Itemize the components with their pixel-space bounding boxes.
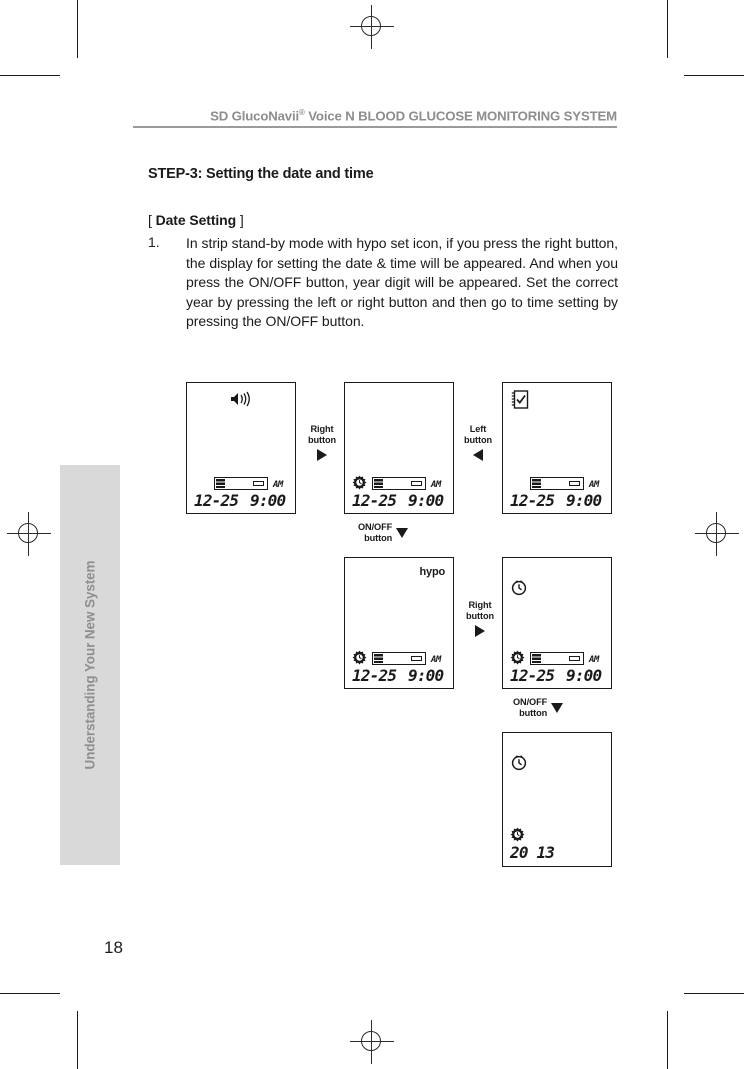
chapter-tab: Understanding Your New System (60, 465, 120, 865)
annotation-line1: Right (468, 600, 492, 610)
registration-mark-top (350, 5, 394, 49)
screen-time-value: 9:00 (408, 666, 444, 685)
strip-icon (214, 477, 268, 490)
strip-icon (530, 652, 584, 665)
device-screen-year-setting: 20 13 (502, 732, 612, 867)
bracket-close: ] (236, 212, 244, 228)
annotation-line1: Right (310, 424, 334, 434)
device-screen-memo: 12-25 AM 9:00 (502, 382, 612, 514)
strip-icon (372, 477, 426, 490)
clock-icon (511, 755, 527, 771)
screen-ampm-value: AM (431, 655, 441, 665)
annotation-line1: Left (469, 424, 487, 434)
arrow-down-icon (396, 528, 409, 538)
chapter-tab-label: Understanding Your New System (82, 560, 98, 770)
screen-date-value: 12-25 (194, 491, 239, 510)
section-label-text: Date Setting (155, 212, 237, 228)
speaker-icon (231, 391, 250, 407)
header-title: SD GlucoNavii® Voice N BLOOD GLUCOSE MON… (133, 108, 617, 123)
annotation-line2: button (364, 533, 393, 543)
section-label: [ Date Setting ] (148, 212, 244, 228)
instruction-paragraph: 1. In strip stand-by mode with hypo set … (148, 234, 618, 332)
screen-ampm-value: AM (431, 480, 441, 490)
annotation-line1: ON/OFF (513, 697, 548, 707)
gear-icon (352, 650, 367, 665)
list-item-number: 1. (148, 234, 160, 250)
device-screen-standby-voice: 12-25 AM 9:00 (186, 382, 296, 514)
device-screen-hypo-set: hypo 12-25 AM 9:00 (344, 557, 454, 689)
annotation-left-button: Left button (456, 424, 500, 461)
list-item-text: In strip stand-by mode with hypo set ico… (186, 235, 618, 330)
registration-mark-right (695, 512, 739, 556)
arrow-left-icon (473, 449, 483, 461)
screen-date-value: 12-25 (510, 491, 555, 510)
strip-icon (530, 477, 584, 490)
screen-year-value: 20 13 (510, 843, 555, 862)
arrow-down-icon (551, 703, 564, 713)
strip-icon (372, 652, 426, 665)
page-header: SD GlucoNavii® Voice N BLOOD GLUCOSE MON… (133, 108, 617, 128)
bracket-open: [ (148, 212, 156, 228)
annotation-right-button-2: Right button (458, 600, 502, 637)
crop-mark-top-right-vertical (667, 0, 669, 58)
crop-mark-top-left-vertical (77, 0, 79, 58)
page-title: STEP-3: Setting the date and time (148, 166, 374, 182)
annotation-line2: button (519, 708, 548, 718)
annotation-line2: button (464, 435, 492, 445)
manual-page: SD GlucoNavii® Voice N BLOOD GLUCOSE MON… (0, 0, 744, 1069)
gear-icon (352, 475, 367, 490)
screen-ampm-value: AM (589, 655, 599, 665)
clock-icon (511, 580, 527, 596)
annotation-onoff-button-2: ON/OFF button (513, 697, 564, 719)
annotation-line2: button (308, 435, 336, 445)
page-number: 18 (104, 938, 123, 957)
device-screen-clock-set: 12-25 AM 9:00 (502, 557, 612, 689)
screen-time-value: 9:00 (250, 491, 286, 510)
screen-time-value: 9:00 (566, 666, 602, 685)
crop-mark-left-top-horizontal (0, 75, 60, 77)
registration-mark-left (7, 512, 51, 556)
screen-time-value: 9:00 (408, 491, 444, 510)
annotation-onoff-button-1: ON/OFF button (358, 522, 409, 544)
annotation-line2: button (466, 611, 494, 621)
hypo-label: hypo (419, 566, 446, 578)
crop-mark-bottom-right-vertical (667, 1011, 669, 1069)
header-title-prefix: SD GlucoNavii (210, 108, 299, 124)
screen-ampm-value: AM (273, 480, 283, 490)
registration-mark-bottom (350, 1020, 394, 1064)
arrow-right-icon (317, 449, 327, 461)
crop-mark-right-top-horizontal (684, 75, 744, 77)
header-title-suffix: Voice N BLOOD GLUCOSE MONITORING SYSTEM (304, 108, 617, 124)
screen-time-value: 9:00 (566, 491, 602, 510)
screen-date-value: 12-25 (510, 666, 555, 685)
device-screen-date-time-setting: 12-25 AM 9:00 (344, 382, 454, 514)
crop-mark-left-bottom-horizontal (0, 993, 60, 995)
crop-mark-bottom-left-vertical (77, 1011, 79, 1069)
screen-date-value: 12-25 (352, 491, 397, 510)
screen-date-value: 12-25 (352, 666, 397, 685)
memo-icon (511, 390, 529, 409)
annotation-right-button-1: Right button (300, 424, 344, 461)
gear-icon (510, 650, 525, 665)
header-divider (133, 126, 617, 128)
arrow-right-icon (475, 625, 485, 637)
annotation-line1: ON/OFF (358, 522, 393, 532)
gear-icon (510, 827, 525, 842)
crop-mark-right-bottom-horizontal (684, 993, 744, 995)
screen-ampm-value: AM (589, 480, 599, 490)
